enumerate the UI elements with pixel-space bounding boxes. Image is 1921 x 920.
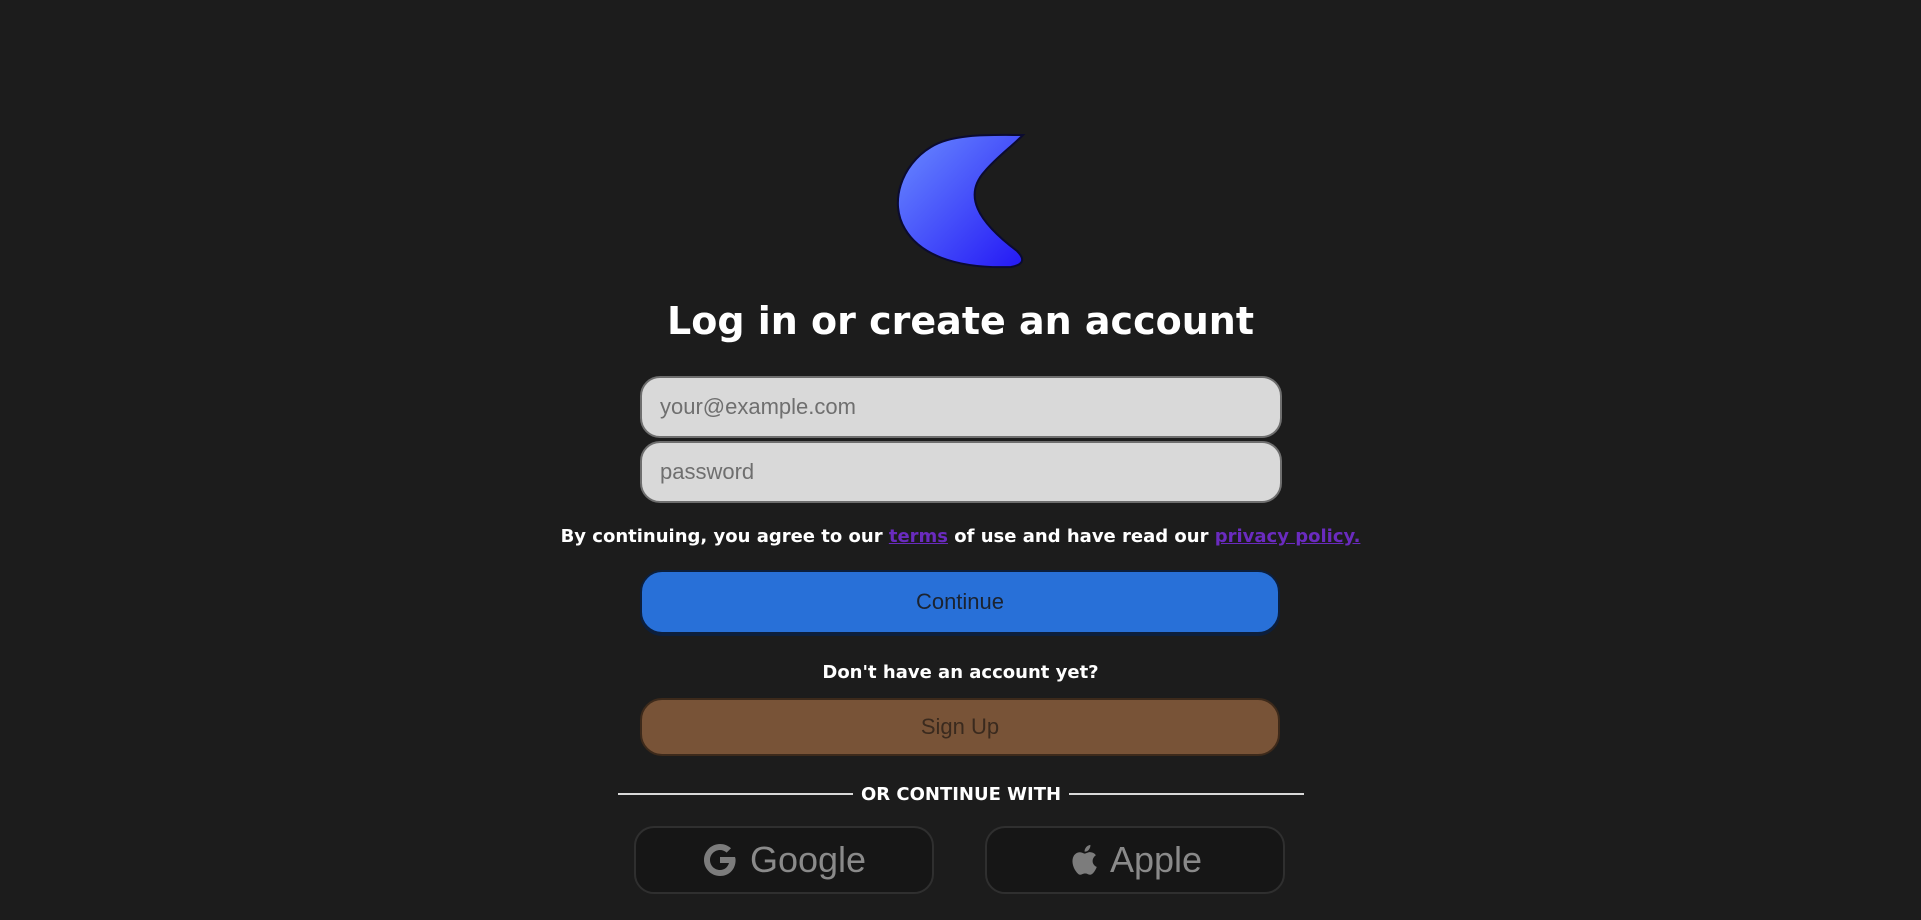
continue-button[interactable]: Continue xyxy=(640,570,1280,634)
page-title: Log in or create an account xyxy=(667,299,1254,343)
apple-login-button[interactable]: Apple xyxy=(985,826,1285,894)
apple-label: Apple xyxy=(1109,839,1203,880)
divider-line-right xyxy=(1069,793,1304,795)
email-field[interactable] xyxy=(640,376,1282,438)
sign-up-button[interactable]: Sign Up xyxy=(640,698,1280,756)
apple-icon xyxy=(1072,844,1097,875)
login-page: Log in or create an account By continuin… xyxy=(0,0,1921,920)
consent-text: By continuing, you agree to our terms of… xyxy=(0,524,1921,550)
divider-line-left xyxy=(618,793,853,795)
divider-label: OR CONTINUE WITH xyxy=(860,783,1062,805)
google-label: Google xyxy=(749,839,867,880)
consent-middle: of use and have read our xyxy=(948,526,1215,547)
google-icon xyxy=(703,844,736,876)
privacy-policy-link[interactable]: privacy policy. xyxy=(1215,526,1361,547)
no-account-text: Don't have an account yet? xyxy=(822,662,1099,683)
consent-prefix: By continuing, you agree to our xyxy=(560,526,889,547)
google-login-button[interactable]: Google xyxy=(634,826,934,894)
password-field[interactable] xyxy=(640,441,1282,503)
crescent-moon-logo xyxy=(896,133,1026,269)
or-continue-divider: OR CONTINUE WITH xyxy=(618,782,1304,806)
terms-link[interactable]: terms xyxy=(889,526,948,547)
